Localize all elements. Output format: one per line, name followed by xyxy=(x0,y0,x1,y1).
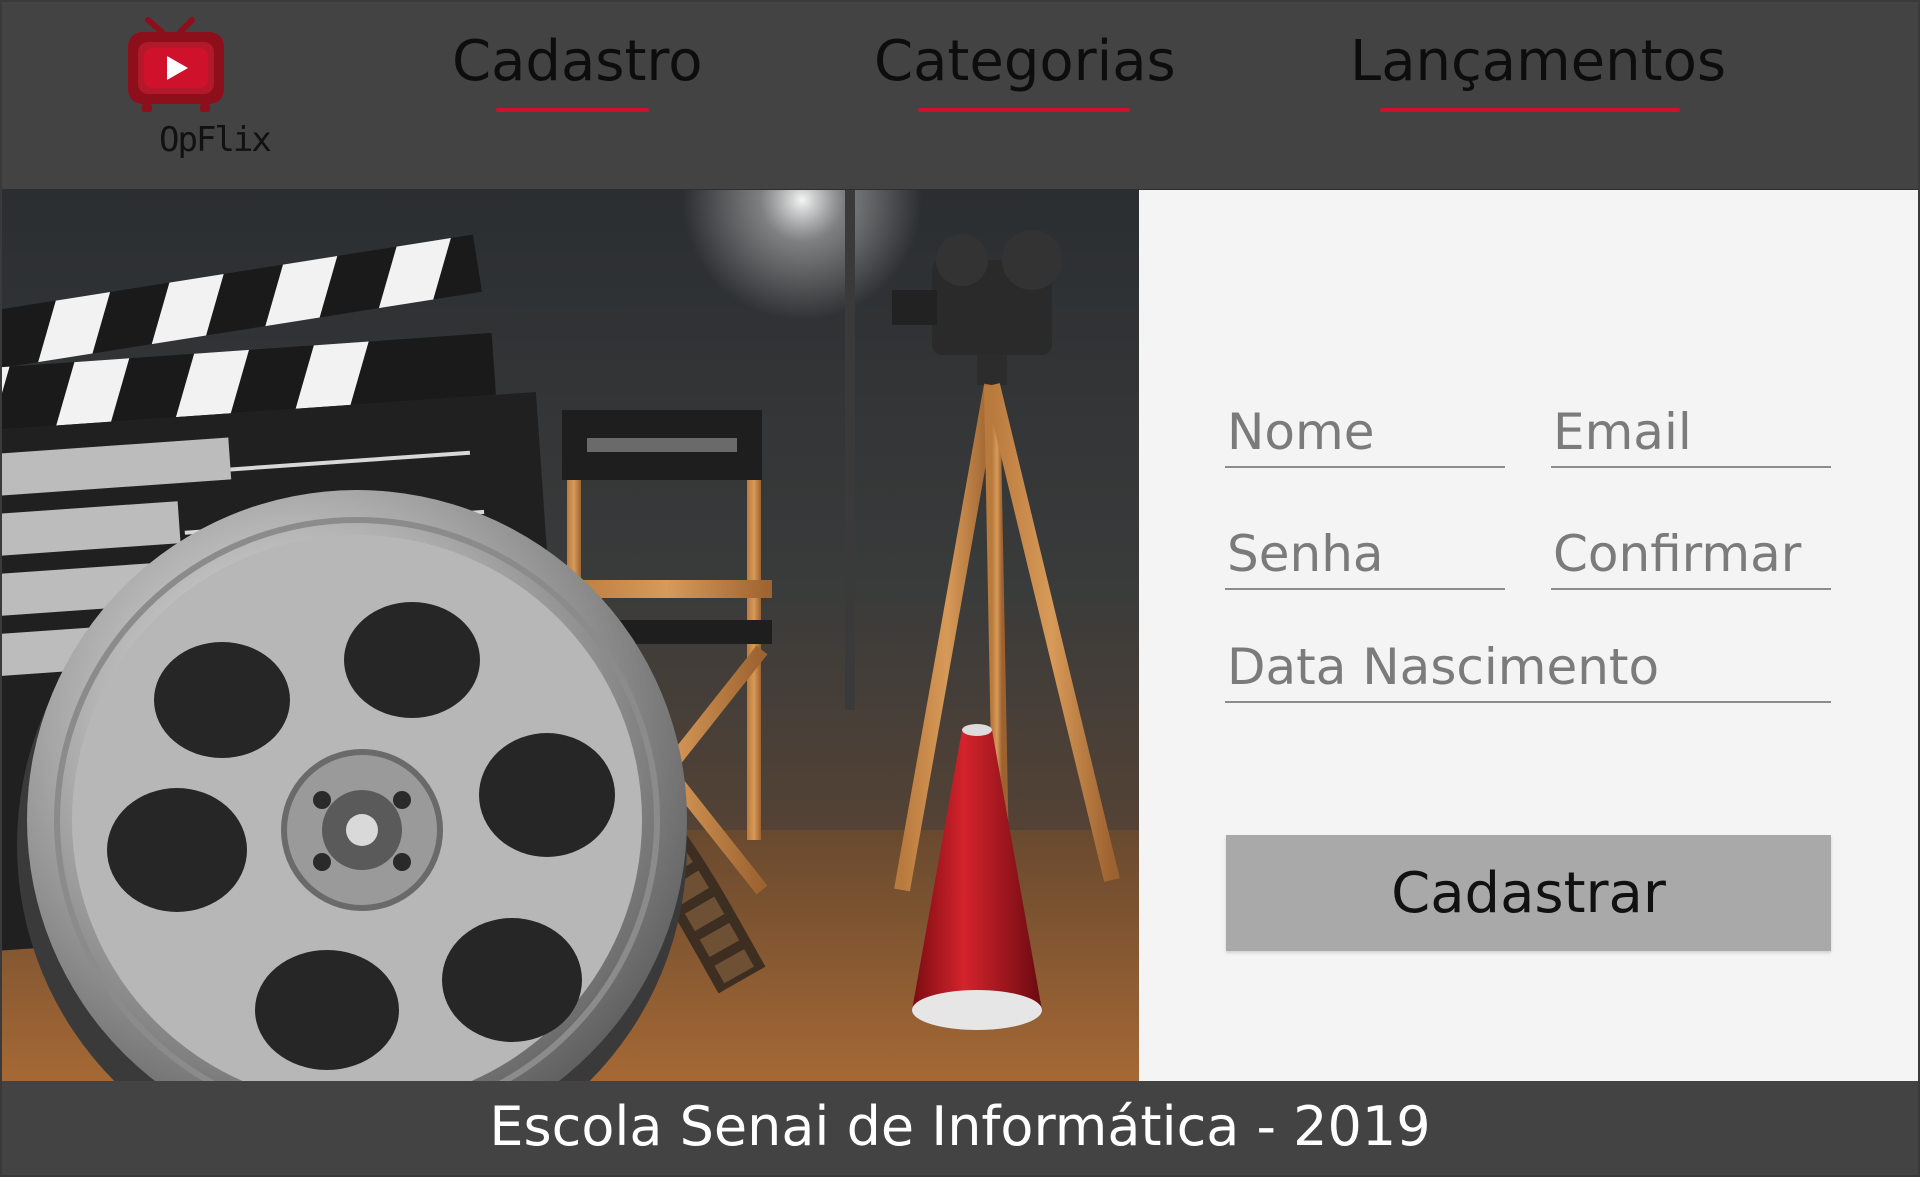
header-bar: OpFlix Cadastro Categorias Lançamentos xyxy=(2,2,1918,190)
app-window: OpFlix Cadastro Categorias Lançamentos N… xyxy=(0,0,1920,1177)
cinema-illustration xyxy=(2,190,1139,1081)
senha-input[interactable] xyxy=(1225,520,1505,588)
brand-logo[interactable]: OpFlix xyxy=(122,16,272,166)
nav-underline xyxy=(496,108,649,112)
nav-item-lancamentos[interactable]: Lançamentos xyxy=(1350,29,1727,120)
confirmar-field-wrapper xyxy=(1551,520,1831,590)
nome-field-wrapper xyxy=(1225,398,1505,468)
nav-underline xyxy=(1380,108,1680,112)
nav-underline xyxy=(918,108,1130,112)
email-field-wrapper xyxy=(1551,398,1831,468)
footer-text: Escola Senai de Informática - 2019 xyxy=(489,1095,1431,1158)
confirmar-input[interactable] xyxy=(1551,520,1831,588)
data-nascimento-field-wrapper xyxy=(1225,633,1831,703)
nav-item-cadastro[interactable]: Cadastro xyxy=(452,29,703,120)
hero-image xyxy=(2,190,1139,1081)
nav-item-categorias[interactable]: Categorias xyxy=(874,29,1176,120)
cadastrar-button[interactable]: Cadastrar xyxy=(1226,835,1831,951)
signup-form: Cadastrar xyxy=(1139,190,1918,1081)
nav-label: Lançamentos xyxy=(1350,29,1727,94)
nome-input[interactable] xyxy=(1225,398,1505,466)
email-input[interactable] xyxy=(1551,398,1831,466)
nav-label: Cadastro xyxy=(452,29,703,94)
footer-bar: Escola Senai de Informática - 2019 xyxy=(2,1081,1918,1175)
brand-name: OpFlix xyxy=(159,120,272,160)
senha-field-wrapper xyxy=(1225,520,1505,590)
data-nascimento-input[interactable] xyxy=(1225,633,1831,701)
tv-play-icon xyxy=(128,17,224,112)
nav-label: Categorias xyxy=(874,29,1176,94)
